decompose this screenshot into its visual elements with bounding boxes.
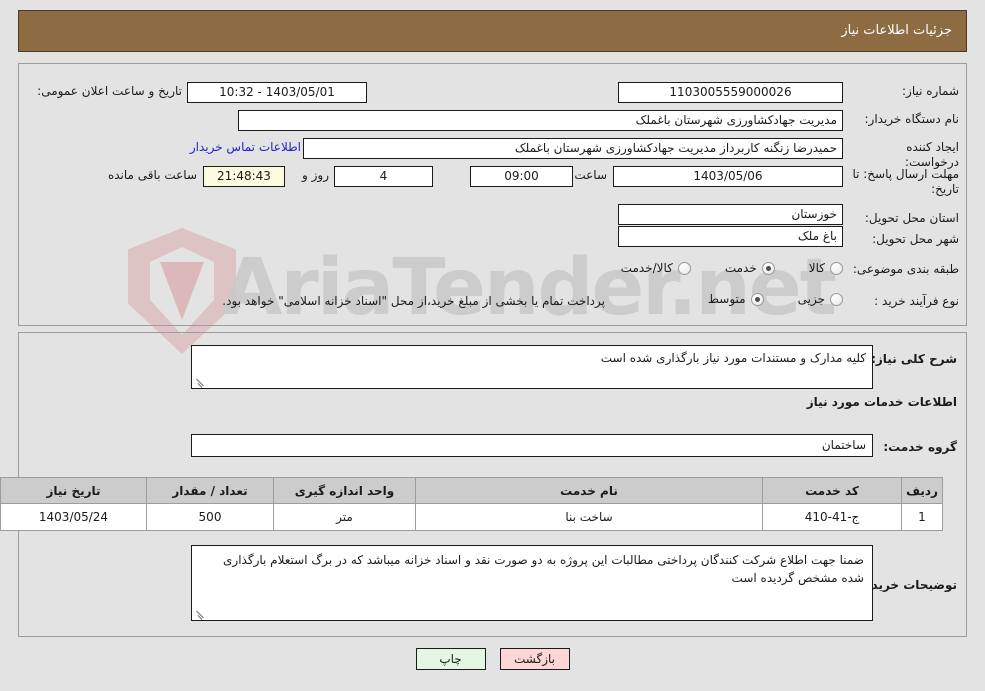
general-description-textarea[interactable]: کلیه مدارک و مستندات مورد نیاز بارگذاری … <box>191 345 873 389</box>
col-header-need-date: تاریخ نیاز <box>0 477 147 504</box>
resize-handle-icon[interactable] <box>194 375 206 387</box>
category-label: طبقه بندی موضوعی: <box>852 262 959 276</box>
col-header-unit: واحد اندازه گیری <box>273 477 416 504</box>
page-title: جزئیات اطلاعات نیاز <box>841 23 952 38</box>
print-button[interactable]: چاپ <box>415 648 486 670</box>
creator-field[interactable]: حمیدرضا زنگنه کاربرداز مدیریت جهادکشاورز… <box>303 138 843 159</box>
deadline-label: مهلت ارسال پاسخ: تا تاریخ: <box>852 167 959 196</box>
col-header-service-code: کد خدمت <box>762 477 902 504</box>
radio-icon[interactable] <box>761 261 775 275</box>
category-radio-group: کالا خدمت کالا/خدمت <box>587 261 843 275</box>
radio-icon[interactable] <box>750 292 764 306</box>
col-header-row-no: ردیف <box>901 477 943 504</box>
category-option-kala[interactable]: کالا <box>809 261 843 275</box>
service-group-field[interactable]: ساختمان <box>191 434 873 457</box>
city-label: شهر محل تحویل: <box>872 232 959 246</box>
category-option-label: کالا <box>808 261 825 275</box>
process-type-option-label: متوسط <box>707 292 746 306</box>
buyer-org-label: نام دستگاه خریدار: <box>864 112 960 126</box>
deadline-time-field[interactable]: 09:00 <box>470 166 573 187</box>
category-option-label: خدمت <box>724 261 757 275</box>
remaining-time-field: 21:48:43 <box>203 166 285 187</box>
items-table-wrapper: ردیف کد خدمت نام خدمت واحد اندازه گیری ت… <box>0 477 943 531</box>
process-type-option-motevaset[interactable]: متوسط <box>708 292 764 306</box>
process-type-label: نوع فرآیند خرید : <box>874 294 959 308</box>
cell-service-code: ج-41-410 <box>762 503 902 531</box>
page-header: جزئیات اطلاعات نیاز <box>18 10 967 52</box>
remaining-days-field[interactable]: 4 <box>334 166 433 187</box>
province-label: استان محل تحویل: <box>864 211 959 225</box>
back-button[interactable]: بازگشت <box>499 648 570 670</box>
province-field[interactable]: خوزستان <box>618 204 843 225</box>
table-row: 1 ج-41-410 ساخت بنا متر 500 1403/05/24 <box>0 503 943 531</box>
buyer-notes-textarea[interactable]: ضمنا جهت اطلاع شرکت کنندگان پرداختی مطال… <box>191 545 873 621</box>
deadline-time-label: ساعت <box>574 168 607 182</box>
radio-icon[interactable] <box>677 261 691 275</box>
buyer-contact-link[interactable]: اطلاعات تماس خریدار <box>190 140 301 154</box>
deadline-date-field[interactable]: 1403/05/06 <box>613 166 843 187</box>
remaining-time-label: ساعت باقی مانده <box>107 168 197 182</box>
general-description-label: شرح کلی نیاز: <box>871 352 957 366</box>
city-field[interactable]: باغ ملک <box>618 226 843 247</box>
col-header-quantity: تعداد / مقدار <box>146 477 274 504</box>
process-type-option-label: جزیی <box>797 292 825 306</box>
items-table: ردیف کد خدمت نام خدمت واحد اندازه گیری ت… <box>0 477 943 531</box>
cell-need-date: 1403/05/24 <box>0 503 147 531</box>
public-announce-field[interactable]: 1403/05/01 - 10:32 <box>187 82 367 103</box>
process-type-radio-group: جزیی متوسط <box>674 292 843 306</box>
services-section-heading: اطلاعات خدمات مورد نیاز <box>806 395 957 409</box>
resize-handle-icon[interactable] <box>194 607 206 619</box>
category-option-khedmat[interactable]: خدمت <box>725 261 775 275</box>
remaining-days-label: روز و <box>302 168 329 182</box>
buyer-notes-text: ضمنا جهت اطلاع شرکت کنندگان پرداختی مطال… <box>223 553 864 585</box>
need-number-field[interactable]: 1103005559000026 <box>618 82 843 103</box>
radio-icon[interactable] <box>830 292 843 306</box>
general-description-text: کلیه مدارک و مستندات مورد نیاز بارگذاری … <box>600 351 866 365</box>
radio-icon[interactable] <box>830 261 843 275</box>
footer-buttons: بازگشت چاپ <box>0 648 985 670</box>
cell-unit: متر <box>273 503 416 531</box>
buyer-org-field[interactable]: مدیریت جهادکشاورزی شهرستان باغملک <box>238 110 843 131</box>
cell-row-no: 1 <box>901 503 943 531</box>
category-option-kala-khedmat[interactable]: کالا/خدمت <box>621 261 691 275</box>
table-header-row: ردیف کد خدمت نام خدمت واحد اندازه گیری ت… <box>0 477 943 504</box>
cell-service-name: ساخت بنا <box>415 503 763 531</box>
creator-label: ایجاد کننده درخواست: <box>905 140 959 169</box>
category-option-label: کالا/خدمت <box>620 261 673 275</box>
process-type-option-jozii[interactable]: جزیی <box>798 292 843 306</box>
public-announce-label: تاریخ و ساعت اعلان عمومی: <box>37 84 182 98</box>
cell-quantity: 500 <box>146 503 274 531</box>
col-header-service-name: نام خدمت <box>415 477 763 504</box>
need-number-label: شماره نیاز: <box>902 84 959 98</box>
service-group-label: گروه خدمت: <box>883 440 957 454</box>
payment-note: پرداخت تمام یا بخشی از مبلغ خرید،از محل … <box>222 294 605 308</box>
